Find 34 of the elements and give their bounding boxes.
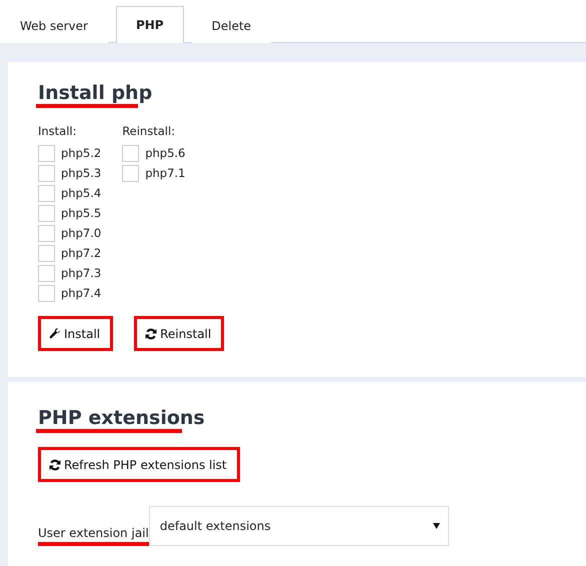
section-title: Install php (38, 82, 152, 104)
checkbox[interactable] (38, 144, 55, 162)
checkbox[interactable] (38, 184, 55, 202)
checkbox-label: php5.6 (145, 146, 186, 160)
column-label: Install: (38, 124, 78, 138)
reinstall-button[interactable]: Reinstall (134, 316, 224, 351)
checkbox[interactable] (38, 224, 55, 242)
checkbox[interactable] (38, 284, 55, 302)
checkbox-label: php7.2 (61, 246, 102, 260)
checkbox-label: php5.5 (61, 206, 102, 220)
column-label: Reinstall: (122, 124, 176, 138)
caret-icon (432, 523, 440, 529)
tab[interactable]: PHP (116, 6, 184, 43)
checkbox-label: php5.4 (61, 186, 102, 200)
section-title: PHP extensions (38, 407, 205, 429)
refresh-icon (49, 458, 61, 470)
refresh-icon (145, 328, 158, 340)
checkbox[interactable] (38, 164, 55, 182)
field-label: User extension jail (38, 526, 149, 546)
checkbox-label: php7.4 (61, 286, 102, 300)
checkbox[interactable] (38, 244, 55, 262)
install-button[interactable]: Install (38, 316, 114, 351)
checkbox[interactable] (122, 164, 140, 182)
checkbox[interactable] (38, 264, 55, 282)
checkbox[interactable] (122, 144, 140, 162)
checkbox-label: php5.2 (61, 146, 102, 160)
select-field[interactable]: default extensions (148, 506, 449, 546)
checkbox-label: php7.3 (61, 266, 102, 280)
checkbox-label: php5.3 (61, 166, 102, 180)
checkbox-label: php7.1 (145, 166, 186, 180)
checkbox-label: php7.0 (61, 226, 102, 240)
wrench-icon (49, 328, 61, 340)
refresh-button[interactable]: Refresh PHP extensions list (38, 447, 240, 482)
checkbox[interactable] (38, 204, 55, 222)
